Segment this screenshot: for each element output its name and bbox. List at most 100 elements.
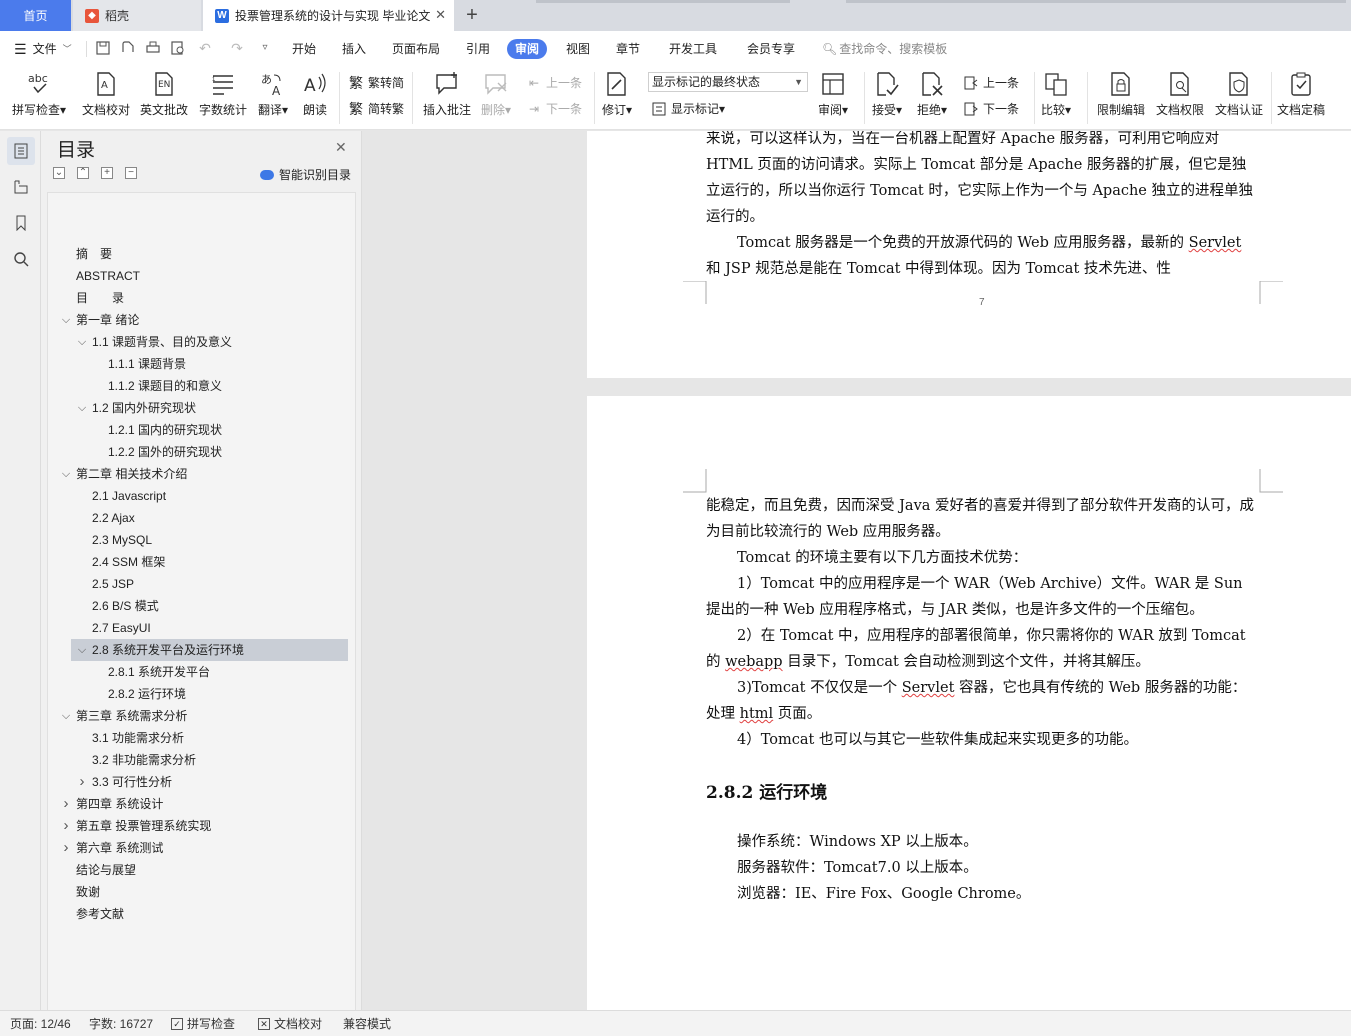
menu-chapter[interactable]: 章节	[616, 39, 640, 59]
toc-item[interactable]: › 第六章 系统测试	[48, 837, 348, 859]
new-tab-button[interactable]: +	[458, 0, 486, 31]
doc-finalize-button[interactable]: 文档定稿	[1277, 70, 1325, 118]
toc-item[interactable]: 2.3 MySQL	[48, 529, 348, 551]
doc-proof-button[interactable]: A 文档校对	[82, 70, 130, 118]
tab-home[interactable]: 首页	[0, 0, 71, 31]
menu-review[interactable]: 审阅	[507, 39, 548, 59]
section-rail-button[interactable]	[7, 173, 35, 201]
toc-rail-button[interactable]	[7, 137, 35, 165]
markup-state-dropdown[interactable]: 显示标记的最终状态 ▼	[648, 72, 808, 92]
tab-daoke[interactable]: ◆ 稻壳	[73, 0, 201, 31]
next-change-button[interactable]: 下一条	[963, 100, 1019, 117]
prev-comment-button[interactable]: ⇤ 上一条	[526, 74, 582, 91]
menu-start[interactable]: 开始	[292, 39, 316, 59]
undo-icon[interactable]: ↶	[196, 40, 214, 56]
toc-item[interactable]: › 第四章 系统设计	[48, 793, 348, 815]
toc-item[interactable]: 1.1.2 课题目的和意义	[48, 375, 348, 397]
chevron-right-icon[interactable]: ›	[76, 771, 88, 793]
toc-item[interactable]: 2.4 SSM 框架	[48, 551, 348, 573]
toc-item[interactable]: › 第五章 投票管理系统实现	[48, 815, 348, 837]
bookmark-rail-button[interactable]	[7, 209, 35, 237]
spell-check-button[interactable]: abc 拼写检查▾	[12, 70, 66, 118]
trad-to-simp-button[interactable]: 繁繁转简	[348, 74, 404, 91]
toc-item[interactable]: ⌵ 1.1 课题背景、目的及意义	[48, 331, 348, 353]
chevron-down-icon[interactable]: ⌵	[60, 309, 72, 331]
chevron-down-icon[interactable]: ⌵	[76, 331, 88, 353]
toc-item[interactable]: 参考文献	[48, 903, 348, 925]
word-count-button[interactable]: 1 字数统计	[199, 70, 247, 118]
spell-error-word[interactable]: html	[740, 706, 774, 722]
menu-page-layout[interactable]: 页面布局	[392, 39, 440, 59]
toc-item[interactable]: ⌵ 2.8 系统开发平台及运行环境	[71, 639, 348, 661]
toc-item[interactable]: ABSTRACT	[48, 265, 348, 287]
chevron-down-icon[interactable]: ⌵	[60, 705, 72, 727]
export-icon[interactable]	[120, 40, 138, 56]
document-canvas[interactable]: 来说，可以这样认为，当在一台机器上配置好 Apache 服务器，可利用它响应对 …	[362, 131, 1351, 1010]
menu-references[interactable]: 引用	[466, 39, 490, 59]
word-count-indicator[interactable]: 字数: 16727	[89, 1011, 153, 1036]
redo-icon[interactable]: ↷	[228, 40, 246, 56]
menu-member[interactable]: 会员专享	[747, 39, 795, 59]
prev-change-button[interactable]: 上一条	[963, 74, 1019, 91]
toc-item[interactable]: 2.7 EasyUI	[48, 617, 348, 639]
toc-item[interactable]: 致谢	[48, 881, 348, 903]
spell-error-word[interactable]: Servlet	[902, 680, 955, 696]
english-review-button[interactable]: EN 英文批改	[140, 70, 188, 118]
add-heading-icon[interactable]: +	[101, 167, 113, 179]
toc-item[interactable]: 2.6 B/S 模式	[48, 595, 348, 617]
toc-item[interactable]: 2.5 JSP	[48, 573, 348, 595]
remove-heading-icon[interactable]: −	[125, 167, 137, 179]
print-icon[interactable]	[145, 40, 163, 56]
chevron-right-icon[interactable]: ›	[60, 815, 72, 837]
find-rail-button[interactable]	[7, 245, 35, 273]
quick-access-more-icon[interactable]: ▿	[256, 40, 274, 56]
toc-item[interactable]: 结论与展望	[48, 859, 348, 881]
menu-developer[interactable]: 开发工具	[669, 39, 717, 59]
expand-all-icon[interactable]: ⌃	[77, 167, 89, 179]
read-aloud-button[interactable]: A 朗读	[302, 70, 328, 118]
close-tab-icon[interactable]: ✕	[435, 7, 446, 23]
chevron-right-icon[interactable]: ›	[60, 793, 72, 815]
compare-button[interactable]: 比较▾	[1041, 70, 1071, 118]
spell-error-word[interactable]: Servlet	[1189, 235, 1242, 251]
document-page[interactable]: 来说，可以这样认为，当在一台机器上配置好 Apache 服务器，可利用它响应对 …	[587, 131, 1351, 378]
restrict-edit-button[interactable]: 限制编辑	[1097, 70, 1145, 118]
toc-item[interactable]: › 3.3 可行性分析	[48, 771, 348, 793]
collapse-all-icon[interactable]: ⌄	[53, 167, 65, 179]
next-comment-button[interactable]: ⇥ 下一条	[526, 100, 582, 117]
print-preview-icon[interactable]	[170, 40, 188, 56]
status-doc-proof[interactable]: ✕ 文档校对	[258, 1011, 322, 1036]
chevron-right-icon[interactable]: ›	[60, 837, 72, 859]
close-icon[interactable]: ✕	[335, 139, 347, 156]
review-pane-button[interactable]: 审阅▾	[818, 70, 848, 118]
doc-certify-button[interactable]: 文档认证	[1215, 70, 1263, 118]
translate-button[interactable]: あA 翻译▾	[258, 70, 288, 118]
show-markup-button[interactable]: 显示标记 ▾	[651, 100, 725, 117]
toc-item[interactable]: 摘 要	[48, 243, 348, 265]
chevron-down-icon[interactable]: ⌵	[60, 463, 72, 485]
menu-insert[interactable]: 插入	[342, 39, 366, 59]
menu-view[interactable]: 视图	[566, 39, 590, 59]
chevron-down-icon[interactable]: ⌵	[76, 397, 88, 419]
spell-error-word[interactable]: webapp	[725, 654, 782, 670]
toc-item[interactable]: 2.1 Javascript	[48, 485, 348, 507]
accept-button[interactable]: 接受▾	[872, 70, 902, 118]
doc-permission-button[interactable]: 文档权限	[1156, 70, 1204, 118]
reject-button[interactable]: 拒绝▾	[917, 70, 947, 118]
file-menu[interactable]: ☰ 文件 ﹀	[14, 39, 72, 59]
toc-item[interactable]: 2.2 Ajax	[48, 507, 348, 529]
document-page[interactable]: 能稳定，而且免费，因而深受 Java 爱好者的喜爱并得到了部分软件开发商的认可，…	[587, 396, 1351, 1010]
toc-item[interactable]: 3.2 非功能需求分析	[48, 749, 348, 771]
save-icon[interactable]	[95, 40, 113, 56]
toc-item[interactable]: 3.1 功能需求分析	[48, 727, 348, 749]
toc-item[interactable]: 1.2.2 国外的研究现状	[48, 441, 348, 463]
toc-item[interactable]: 1.1.1 课题背景	[48, 353, 348, 375]
page-indicator[interactable]: 页面: 12/46	[10, 1011, 71, 1036]
insert-comment-button[interactable]: 插入批注	[423, 70, 471, 118]
delete-comment-button[interactable]: 删除▾	[481, 70, 511, 118]
status-spell-check[interactable]: ✓ 拼写检查	[171, 1011, 235, 1036]
toc-item[interactable]: 1.2.1 国内的研究现状	[48, 419, 348, 441]
command-search[interactable]: 🔍︎ 查找命令、搜索模板	[822, 39, 947, 59]
toc-item[interactable]: 2.8.1 系统开发平台	[48, 661, 348, 683]
smart-toc-button[interactable]: 智能识别目录	[260, 166, 351, 183]
